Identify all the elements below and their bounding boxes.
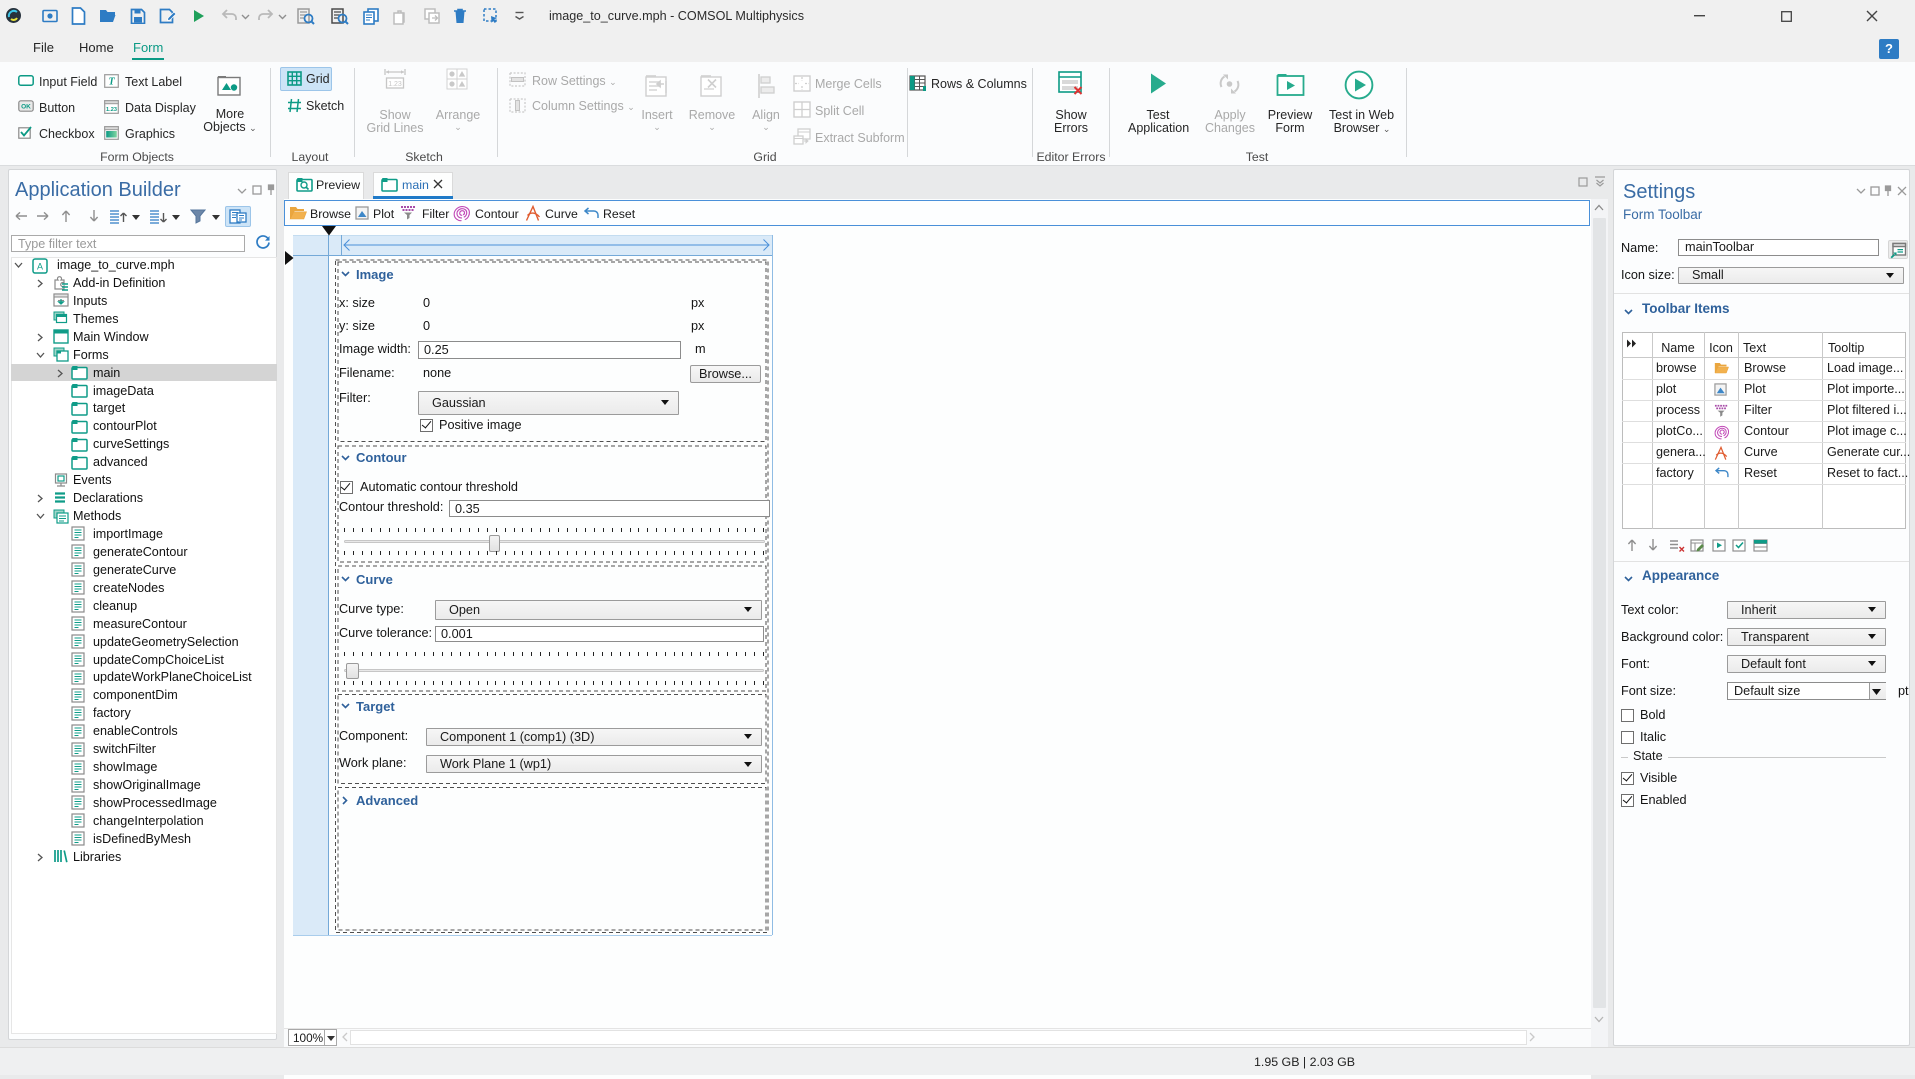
svg-text:T: T bbox=[108, 77, 115, 88]
svg-text:A: A bbox=[37, 261, 43, 271]
svg-text:1.23: 1.23 bbox=[388, 81, 402, 88]
svg-text:OK: OK bbox=[21, 104, 31, 111]
svg-text:1.23: 1.23 bbox=[106, 107, 117, 113]
